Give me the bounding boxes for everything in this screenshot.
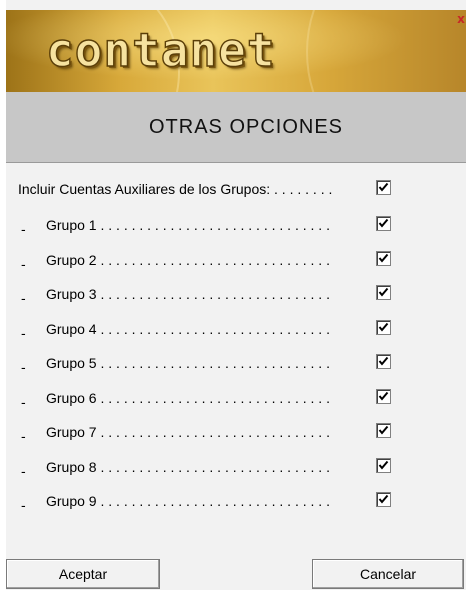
group-label: Grupo 5 . . . . . . . . . . . . . . . . … [46, 355, 330, 371]
dialog-title-bar: OTRAS OPCIONES [6, 92, 466, 163]
row-marker: - [21, 463, 26, 479]
row-marker: - [21, 359, 26, 375]
group-label: Grupo 9 . . . . . . . . . . . . . . . . … [46, 493, 330, 509]
group-checkbox[interactable] [376, 251, 391, 266]
row-marker: - [21, 221, 26, 237]
row-marker: - [21, 394, 26, 410]
main-option-label: Incluir Cuentas Auxiliares de los Grupos… [18, 181, 333, 197]
main-option-row: Incluir Cuentas Auxiliares de los Grupos… [18, 179, 418, 199]
group-label: Grupo 7 . . . . . . . . . . . . . . . . … [46, 424, 330, 440]
cancel-button-label: Cancelar [359, 566, 417, 582]
check-icon [378, 182, 389, 192]
group-row: - Grupo 3 . . . . . . . . . . . . . . . .… [18, 284, 418, 306]
close-button[interactable]: x [456, 12, 466, 26]
group-row: - Grupo 7 . . . . . . . . . . . . . . . .… [18, 422, 418, 444]
group-checkbox[interactable] [376, 216, 391, 231]
check-icon [378, 253, 389, 263]
group-label: Grupo 1 . . . . . . . . . . . . . . . . … [46, 217, 330, 233]
options-dialog: contanet x OTRAS OPCIONES Incluir Cuenta… [0, 0, 466, 590]
group-row: - Grupo 4 . . . . . . . . . . . . . . . .… [18, 319, 418, 341]
group-checkbox[interactable] [376, 458, 391, 473]
row-marker: - [21, 290, 26, 306]
accept-button-label: Aceptar [58, 566, 108, 582]
check-icon [378, 425, 389, 435]
cancel-button[interactable]: Cancelar [312, 559, 464, 589]
group-checkbox[interactable] [376, 389, 391, 404]
group-label: Grupo 8 . . . . . . . . . . . . . . . . … [46, 459, 330, 475]
row-marker: - [21, 497, 26, 513]
check-icon [378, 218, 389, 228]
group-checkbox[interactable] [376, 423, 391, 438]
row-marker: - [21, 325, 26, 341]
group-label: Grupo 3 . . . . . . . . . . . . . . . . … [46, 286, 330, 302]
check-icon [378, 287, 389, 297]
group-row: - Grupo 5 . . . . . . . . . . . . . . . .… [18, 353, 418, 375]
group-row: - Grupo 2 . . . . . . . . . . . . . . . .… [18, 250, 418, 272]
row-marker: - [21, 428, 26, 444]
group-label: Grupo 2 . . . . . . . . . . . . . . . . … [46, 252, 330, 268]
check-icon [378, 356, 389, 366]
main-option-checkbox[interactable] [376, 180, 391, 195]
group-label: Grupo 6 . . . . . . . . . . . . . . . . … [46, 390, 330, 406]
check-icon [378, 322, 389, 332]
app-logo: contanet [45, 23, 276, 77]
group-row: - Grupo 1 . . . . . . . . . . . . . . . .… [18, 215, 418, 237]
group-row: - Grupo 8 . . . . . . . . . . . . . . . .… [18, 457, 418, 479]
group-checkbox[interactable] [376, 285, 391, 300]
check-icon [378, 391, 389, 401]
group-checkbox[interactable] [376, 354, 391, 369]
dialog-title: OTRAS OPCIONES [148, 115, 344, 138]
accept-button[interactable]: Aceptar [6, 559, 160, 589]
row-marker: - [21, 256, 26, 272]
group-row: - Grupo 9 . . . . . . . . . . . . . . . .… [18, 491, 418, 513]
check-icon [378, 460, 389, 470]
group-checkbox[interactable] [376, 492, 391, 507]
group-row: - Grupo 6 . . . . . . . . . . . . . . . .… [18, 388, 418, 410]
group-label: Grupo 4 . . . . . . . . . . . . . . . . … [46, 321, 330, 337]
header-banner: contanet [6, 10, 466, 92]
check-icon [378, 494, 389, 504]
group-checkbox[interactable] [376, 320, 391, 335]
